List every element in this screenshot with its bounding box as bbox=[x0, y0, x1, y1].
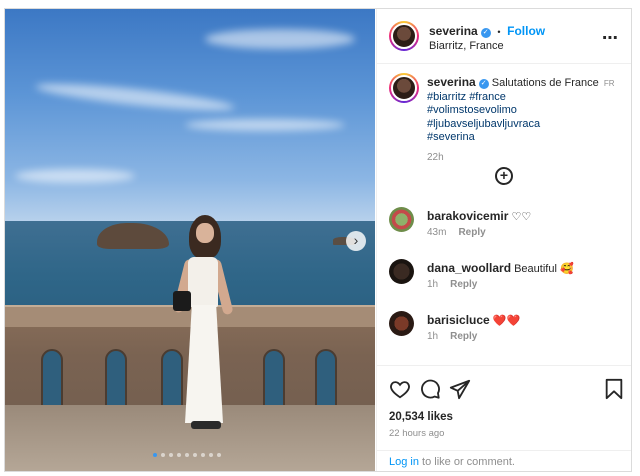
comment-meta: 43m Reply bbox=[427, 227, 486, 238]
carousel-dot bbox=[217, 453, 221, 457]
post-time: 22 hours ago bbox=[389, 428, 445, 439]
caption-body: Salutations de France bbox=[491, 77, 599, 89]
avatar[interactable] bbox=[389, 21, 419, 51]
login-prompt-text: to like or comment. bbox=[418, 456, 515, 468]
hashtag-link[interactable]: #biarritz bbox=[427, 91, 466, 103]
hashtag-link[interactable]: #volimstosevolimo bbox=[427, 104, 517, 116]
carousel-dot bbox=[185, 453, 189, 457]
carousel-dot bbox=[201, 453, 205, 457]
cloud bbox=[185, 119, 345, 131]
post-header: severina ✓ • Follow Biarritz, France ⋯ bbox=[377, 9, 631, 64]
separator: • bbox=[497, 27, 501, 37]
comment-item: barakovicemir ♡♡ 43m Reply bbox=[389, 205, 625, 249]
comment-username[interactable]: barakovicemir bbox=[427, 209, 508, 223]
carousel-dot bbox=[193, 453, 197, 457]
verified-icon: ✓ bbox=[480, 28, 491, 38]
figure-face bbox=[196, 223, 214, 243]
hashtag-link[interactable]: #ljubavseljubavljuvraca bbox=[427, 118, 540, 130]
likes-count[interactable]: 20,534 likes bbox=[389, 411, 453, 423]
header-user-line: severina ✓ • Follow bbox=[429, 23, 545, 38]
post-panel: severina ✓ • Follow Biarritz, France ⋯ se… bbox=[376, 9, 631, 471]
location-link[interactable]: Biarritz, France bbox=[429, 40, 504, 52]
comment-text: ♡♡ bbox=[511, 211, 532, 223]
wall-arch bbox=[263, 349, 285, 411]
figure-bag bbox=[173, 291, 191, 311]
carousel-dots bbox=[153, 453, 221, 457]
comment-body: dana_woollard Beautiful 🥰 bbox=[427, 261, 574, 275]
plus-circle-icon[interactable]: + bbox=[495, 167, 513, 185]
header-username[interactable]: severina bbox=[429, 24, 478, 38]
avatar[interactable] bbox=[389, 259, 414, 284]
comment-meta: 1h Reply bbox=[427, 331, 477, 342]
avatar[interactable] bbox=[389, 311, 414, 336]
reply-button[interactable]: Reply bbox=[450, 279, 477, 290]
caption-time: 22h bbox=[427, 151, 444, 163]
reply-button[interactable]: Reply bbox=[450, 331, 477, 342]
cloud bbox=[205, 29, 355, 49]
person-figure bbox=[167, 213, 237, 443]
wall-arch bbox=[41, 349, 63, 411]
post-photo[interactable]: › bbox=[5, 9, 375, 471]
post-card: › severina ✓ • Follow Biarritz, France ⋯ … bbox=[4, 8, 632, 472]
figure-top bbox=[188, 257, 218, 307]
reply-button[interactable]: Reply bbox=[458, 227, 485, 238]
caption-username[interactable]: severina bbox=[427, 75, 476, 89]
comment-time: 1h bbox=[427, 331, 439, 342]
comment-time: 43m bbox=[427, 227, 447, 238]
more-horizontal-icon[interactable]: ⋯ bbox=[602, 28, 619, 48]
carousel-dot bbox=[177, 453, 181, 457]
avatar[interactable] bbox=[389, 207, 414, 232]
follow-button[interactable]: Follow bbox=[507, 24, 545, 38]
comment-item: barisicluce ❤️❤️ 1h Reply bbox=[389, 309, 625, 353]
comment-username[interactable]: dana_woollard bbox=[427, 261, 511, 275]
avatar[interactable] bbox=[389, 73, 419, 103]
cloud bbox=[15, 169, 135, 183]
bookmark-icon[interactable] bbox=[603, 378, 625, 400]
avatar-image bbox=[391, 75, 417, 101]
login-prompt: Log in to like or comment. bbox=[377, 450, 631, 471]
chevron-right-icon[interactable]: › bbox=[346, 231, 366, 251]
caption-text: severina ✓ Salutations de France FR #biar… bbox=[427, 75, 627, 164]
send-icon[interactable] bbox=[449, 378, 471, 400]
hashtag-link[interactable]: #severina bbox=[427, 131, 475, 143]
figure-feet bbox=[191, 421, 221, 429]
wall-arch bbox=[105, 349, 127, 411]
action-bar: 20,534 likes 22 hours ago Log in to like… bbox=[377, 365, 631, 471]
hashtag-link[interactable]: #france bbox=[469, 91, 506, 103]
carousel-dot bbox=[161, 453, 165, 457]
comment-username[interactable]: barisicluce bbox=[427, 313, 490, 327]
avatar-image bbox=[391, 23, 417, 49]
comment-bubble-icon[interactable] bbox=[419, 378, 441, 400]
carousel-dot bbox=[169, 453, 173, 457]
login-link[interactable]: Log in bbox=[389, 456, 419, 468]
carousel-dot bbox=[209, 453, 213, 457]
comment-text: ❤️❤️ bbox=[492, 315, 521, 327]
wall-arch bbox=[315, 349, 337, 411]
comment-item: dana_woollard Beautiful 🥰 1h Reply bbox=[389, 257, 625, 301]
verified-icon: ✓ bbox=[478, 79, 489, 89]
carousel-dot bbox=[153, 453, 157, 457]
heart-icon[interactable] bbox=[389, 378, 411, 400]
comment-time: 1h bbox=[427, 279, 439, 290]
comment-text: Beautiful 🥰 bbox=[514, 263, 574, 275]
comment-body: barisicluce ❤️❤️ bbox=[427, 313, 520, 327]
comment-body: barakovicemir ♡♡ bbox=[427, 209, 531, 223]
comment-meta: 1h Reply bbox=[427, 279, 477, 290]
hashtag-list: #biarritz #france #volimstosevolimo #ljuba… bbox=[427, 91, 627, 145]
translate-badge[interactable]: FR bbox=[604, 79, 615, 88]
figure-pants bbox=[185, 305, 223, 423]
